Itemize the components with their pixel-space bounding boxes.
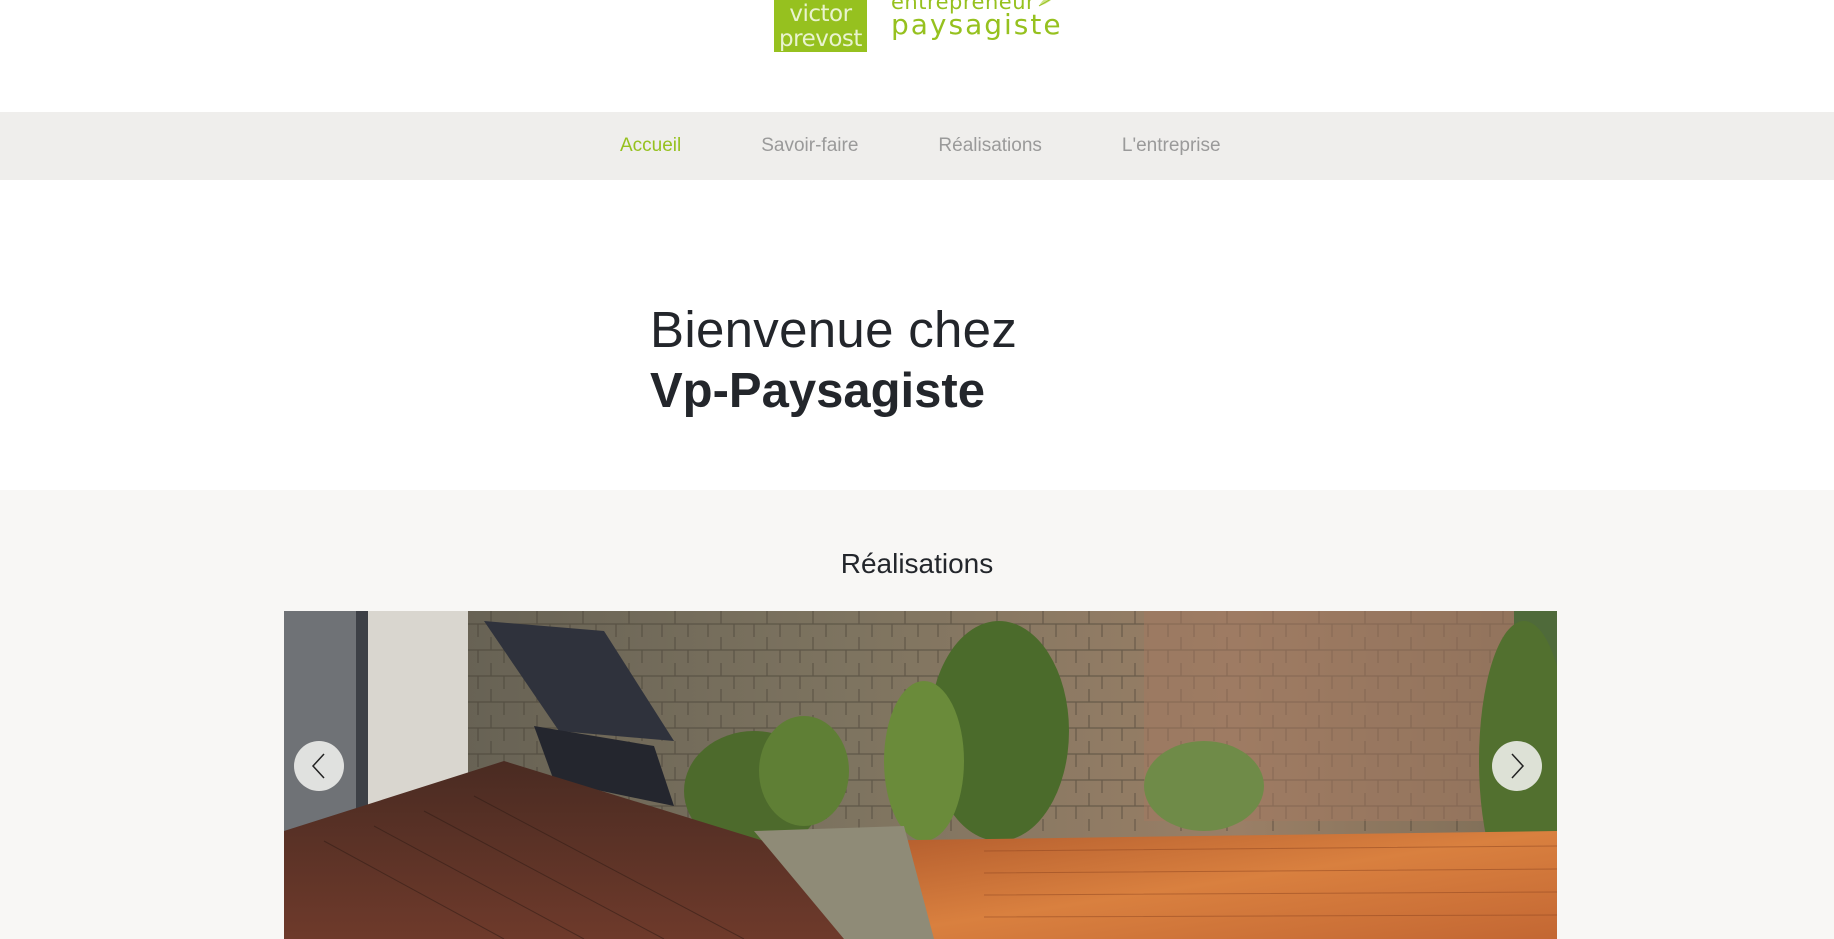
logo-box: victor prevost: [774, 0, 867, 52]
main-navigation: Accueil Savoir-faire Réalisations L'entr…: [0, 112, 1834, 180]
realisations-section: Réalisations: [0, 490, 1834, 939]
hero-welcome: Bienvenue chez: [650, 301, 1018, 358]
chevron-right-icon: [1511, 753, 1525, 779]
image-carousel[interactable]: [284, 611, 1557, 939]
logo-box-line1: victor: [789, 1, 852, 27]
hero-section: Bienvenue chez Vp-Paysagiste: [650, 300, 1017, 422]
site-logo[interactable]: victor prevost entrepreneur paysagiste: [774, 0, 1063, 52]
nav-item-entreprise[interactable]: L'entreprise: [1122, 135, 1221, 157]
section-title: Réalisations: [840, 548, 994, 579]
chevron-left-icon: [311, 753, 325, 779]
carousel-prev-button[interactable]: [294, 741, 344, 791]
logo-box-line2: prevost: [779, 26, 862, 52]
logo-tagline: entrepreneur paysagiste: [891, 0, 1063, 40]
hero-company-name: Vp-Paysagiste: [650, 364, 985, 418]
nav-item-realisations[interactable]: Réalisations: [938, 135, 1042, 157]
nav-item-accueil[interactable]: Accueil: [620, 135, 681, 157]
garden-terrace-photo: [284, 611, 1557, 939]
carousel-next-button[interactable]: [1492, 741, 1542, 791]
nav-item-savoir-faire[interactable]: Savoir-faire: [761, 135, 858, 157]
logo-tagline-line2: paysagiste: [891, 8, 1063, 41]
site-header: victor prevost entrepreneur paysagiste: [0, 0, 1834, 112]
